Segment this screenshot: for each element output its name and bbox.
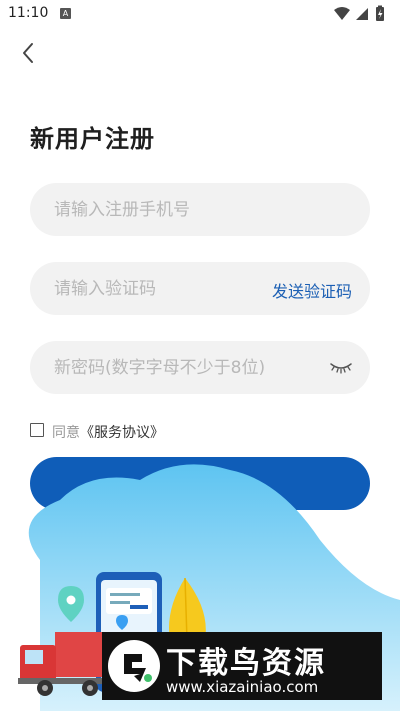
verification-code-input[interactable]	[54, 262, 254, 315]
eye-closed-icon[interactable]	[330, 359, 352, 375]
agreement-text: 同意《服务协议》	[52, 422, 164, 442]
notification-icon: A	[60, 8, 71, 19]
phone-field-container	[30, 183, 370, 236]
battery-charging-icon	[376, 5, 384, 21]
page-title: 新用户注册	[30, 125, 155, 153]
watermark-logo	[108, 640, 160, 692]
status-bar: 11:10 A	[0, 0, 400, 28]
back-button[interactable]	[14, 38, 44, 68]
watermark-url: www.xiazainiao.com	[166, 678, 319, 696]
send-code-button[interactable]: 发送验证码	[272, 278, 352, 302]
service-agreement-link[interactable]: 《服务协议》	[80, 425, 164, 441]
status-time: 11:10	[8, 5, 49, 21]
signal-icon	[356, 8, 368, 20]
wifi-icon	[334, 7, 350, 20]
password-field-container	[30, 341, 370, 394]
status-icons	[334, 5, 384, 21]
watermark-banner: 下载鸟资源 www.xiazainiao.com	[102, 632, 382, 700]
password-input[interactable]	[54, 341, 324, 394]
agreement-checkbox[interactable]	[30, 423, 44, 437]
chevron-left-icon	[23, 43, 33, 63]
bird-logo-icon	[124, 654, 152, 682]
code-field-container: 发送验证码	[30, 262, 370, 315]
watermark-title: 下载鸟资源	[166, 646, 326, 681]
agreement-prefix: 同意	[52, 425, 80, 441]
phone-input[interactable]	[54, 183, 354, 236]
